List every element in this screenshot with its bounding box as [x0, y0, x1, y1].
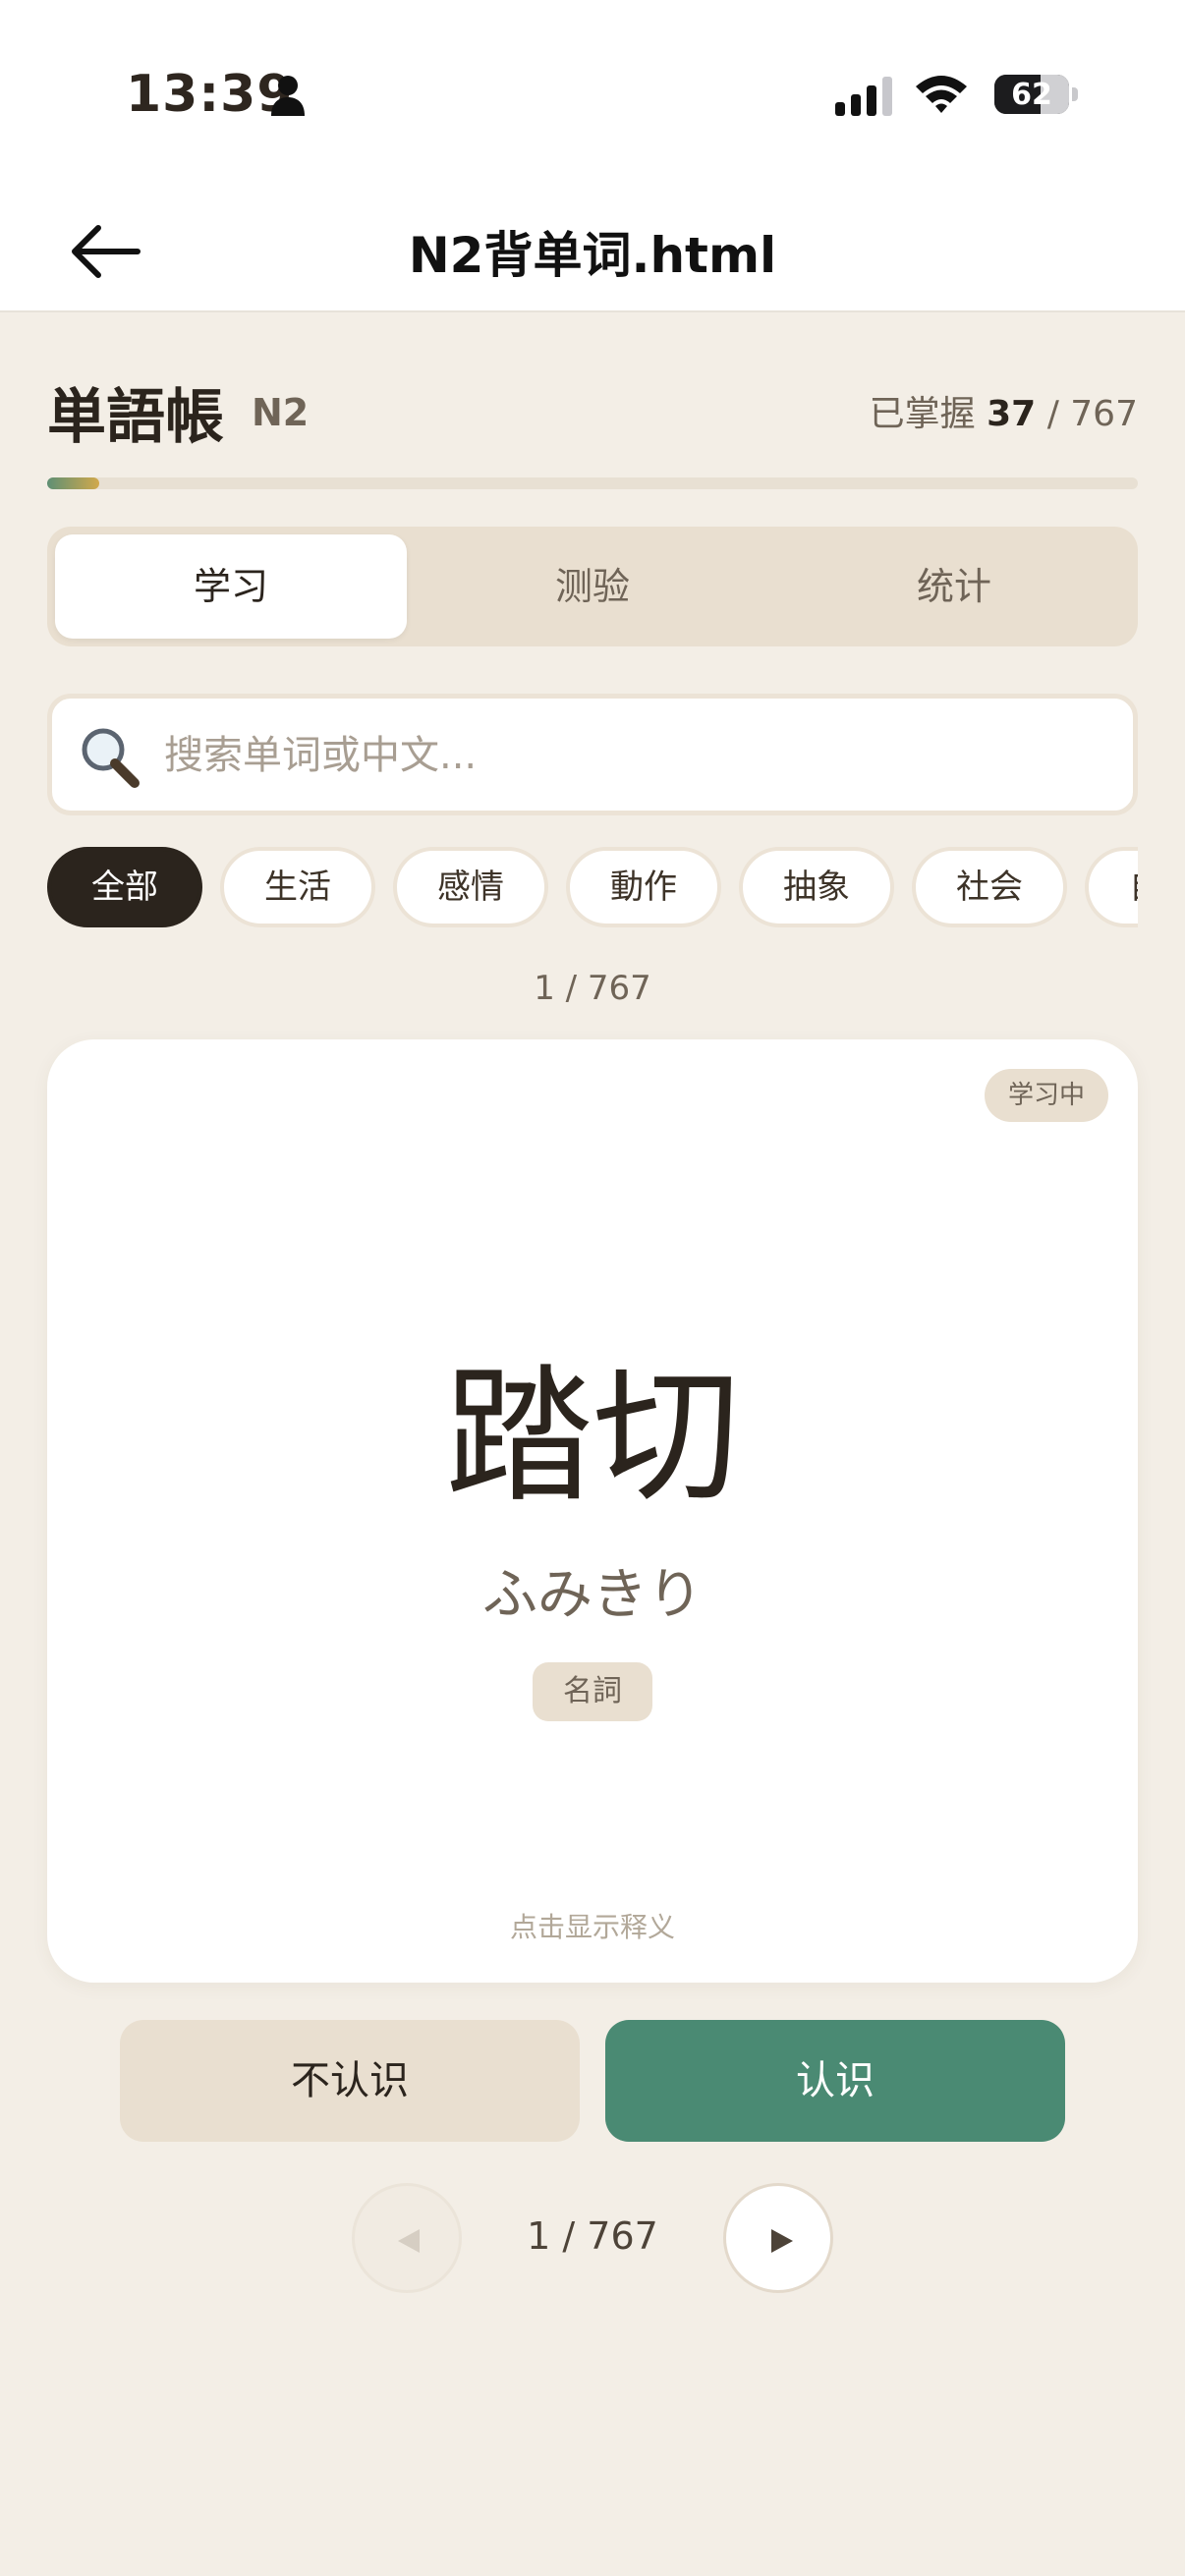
triangle-left-icon [398, 2229, 420, 2253]
chip-emotion[interactable]: 感情 [393, 847, 548, 927]
category-filter: 全部 生活 感情 動作 抽象 社会 自然 [47, 847, 1138, 929]
learning-status-badge: 学习中 [984, 1069, 1108, 1122]
know-button[interactable]: 认识 [605, 2020, 1065, 2142]
pager-count: 1 / 767 [527, 2214, 658, 2258]
chip-society[interactable]: 社会 [912, 847, 1067, 927]
mode-tabs: 学习 测验 统计 [47, 527, 1138, 646]
reveal-hint: 点击显示释义 [509, 1911, 675, 1943]
status-bar: 13:39 62 [0, 0, 1185, 187]
search-box [47, 694, 1138, 815]
app-title: 単語帳 [47, 383, 224, 452]
mastered-count: 37 [987, 394, 1037, 434]
card-reading: ふみきり [482, 1563, 703, 1627]
mastered-label: 已掌握 [869, 394, 976, 434]
wifi-icon [916, 76, 967, 113]
chip-action[interactable]: 動作 [566, 847, 721, 927]
tab-study[interactable]: 学习 [55, 534, 407, 639]
previous-card-button[interactable] [352, 2183, 462, 2293]
tab-quiz[interactable]: 测验 [417, 534, 768, 639]
next-card-button[interactable] [723, 2183, 833, 2293]
mastered-summary: 已掌握 37 / 767 [870, 385, 1138, 436]
mastery-progress-fill [47, 477, 100, 489]
card-counter: 1 / 767 [534, 969, 651, 1008]
flashcard[interactable]: 学习中 踏切 ふみきり 名詞 点击显示释义 [47, 1039, 1138, 1983]
search-input[interactable] [162, 720, 1105, 791]
mastery-progress-bar [47, 477, 1138, 489]
part-of-speech-badge: 名詞 [533, 1662, 652, 1721]
battery-icon: 62 [994, 75, 1069, 114]
battery-cap [1072, 87, 1078, 101]
mastered-separator: / [1046, 394, 1059, 434]
level-badge: N2 [252, 391, 310, 434]
navigation-bar: N2背单词.html [0, 187, 1185, 312]
chip-nature[interactable]: 自然 [1085, 847, 1138, 927]
cellular-signal-icon [835, 77, 892, 116]
card-word: 踏切 [444, 1352, 740, 1523]
battery-percent: 62 [1011, 78, 1052, 112]
status-time: 13:39 [126, 65, 294, 124]
mastered-total: 767 [1070, 394, 1138, 434]
triangle-right-icon [771, 2229, 793, 2253]
magnifier-icon [82, 728, 140, 788]
status-indicators: 62 [835, 71, 1081, 120]
page-title: N2背单词.html [408, 227, 777, 284]
tab-stats[interactable]: 统计 [778, 534, 1130, 639]
person-icon [271, 76, 305, 116]
chip-abstract[interactable]: 抽象 [739, 847, 894, 927]
chip-all[interactable]: 全部 [47, 847, 202, 927]
chip-life[interactable]: 生活 [220, 847, 375, 927]
dont-know-button[interactable]: 不认识 [120, 2020, 580, 2142]
